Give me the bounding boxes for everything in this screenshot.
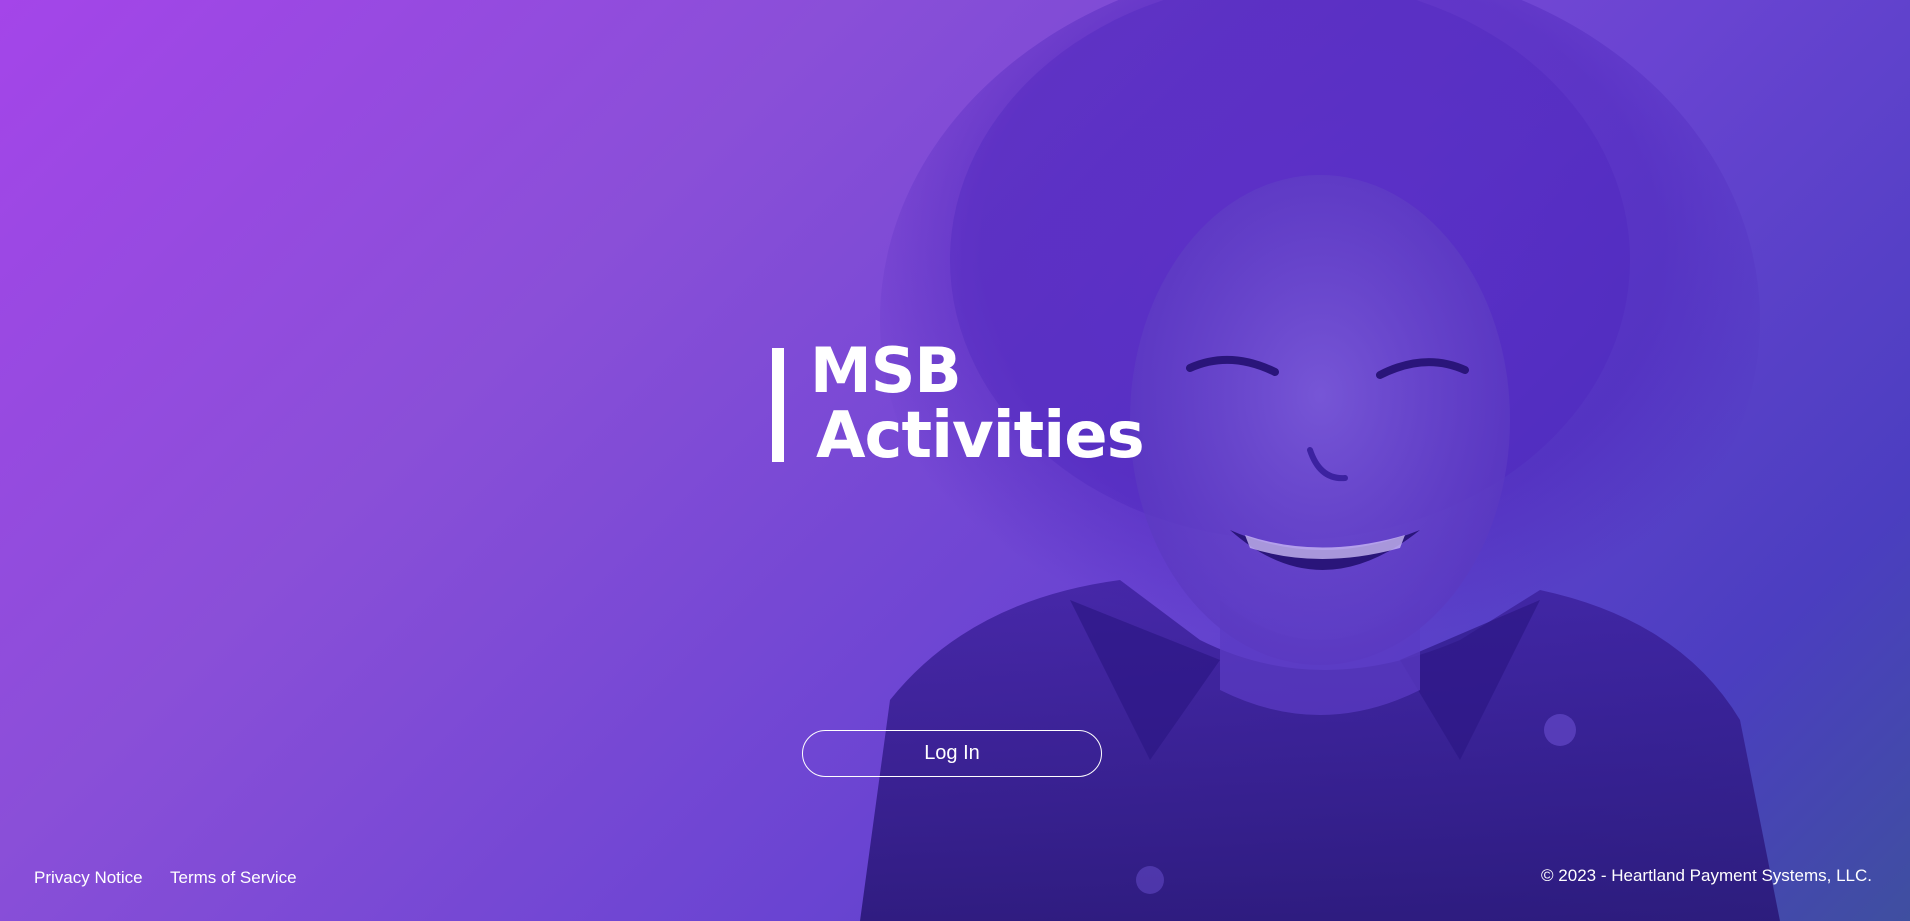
logo-bar	[772, 348, 784, 462]
log-in-button[interactable]: Log In	[802, 730, 1102, 777]
privacy-notice-link[interactable]: Privacy Notice	[34, 868, 143, 888]
login-page: MSB Activities Log In Privacy Notice Ter…	[0, 0, 1910, 921]
terms-of-service-link[interactable]: Terms of Service	[170, 868, 297, 888]
msb-activities-logo: MSB Activities	[772, 340, 1152, 470]
logo-title-line1: MSB	[810, 334, 962, 407]
copyright-text: © 2023 - Heartland Payment Systems, LLC.	[1541, 866, 1872, 885]
logo-title-line2: Activities	[816, 399, 1145, 473]
